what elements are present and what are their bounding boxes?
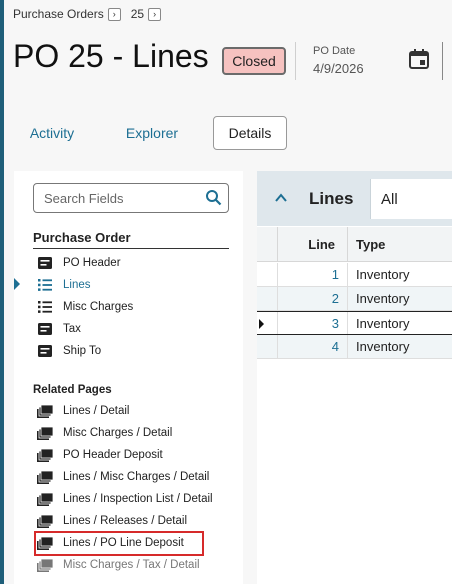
header-divider-right — [442, 42, 443, 80]
breadcrumb-purchase-orders[interactable]: Purchase Orders — [13, 7, 104, 21]
pages-icon — [36, 470, 54, 484]
type-cell: Inventory — [356, 339, 410, 354]
row-selector-cell[interactable] — [257, 312, 278, 334]
column-header-type[interactable]: Type — [348, 227, 452, 262]
pages-icon — [36, 448, 54, 462]
related-item-label: Misc Charges / Detail — [63, 427, 173, 439]
line-number-cell[interactable]: 1 — [278, 263, 348, 286]
related-misc-charges-detail[interactable]: Misc Charges / Detail — [36, 423, 172, 443]
chevron-right-icon[interactable]: › — [107, 7, 121, 21]
sidebar-item-lines[interactable]: Lines — [36, 275, 91, 295]
related-po-header-deposit[interactable]: PO Header Deposit — [36, 445, 163, 465]
related-item-label: Lines / Inspection List / Detail — [63, 493, 213, 505]
pages-icon — [36, 492, 54, 506]
status-badge: Closed — [222, 47, 286, 75]
sidebar-item-label: Ship To — [63, 345, 102, 357]
list-icon — [36, 300, 54, 314]
section-title-related-pages: Related Pages — [33, 384, 112, 396]
breadcrumb: Purchase Orders › 25 › — [13, 5, 171, 23]
sidebar-panel: Purchase Order PO Header Lines Misc Char… — [14, 171, 243, 584]
chevron-up-icon[interactable] — [275, 193, 287, 203]
current-row-indicator — [259, 319, 264, 329]
list-icon — [36, 278, 54, 292]
header-divider — [295, 42, 296, 80]
line-number-cell[interactable]: 2 — [278, 287, 348, 310]
related-item-label: Misc Charges / Tax / Detail — [63, 559, 200, 571]
page-title: PO 25 - Lines — [13, 38, 209, 74]
column-header-line[interactable]: Line — [278, 227, 348, 262]
search-input[interactable] — [44, 184, 204, 212]
type-cell: Inventory — [356, 291, 410, 306]
type-cell: Inventory — [356, 267, 410, 282]
tab-explorer[interactable]: Explorer — [116, 116, 188, 150]
line-number-cell[interactable]: 3 — [278, 312, 348, 334]
lines-grid-panel: Lines All Line Type 1 Inventory 2 Invent… — [257, 171, 452, 584]
table-row[interactable]: 2 Inventory — [257, 287, 452, 311]
sidebar-item-label: PO Header — [63, 257, 121, 269]
search-box — [33, 183, 229, 213]
sidebar-item-misc-charges[interactable]: Misc Charges — [36, 297, 133, 317]
sidebar-item-label: Misc Charges — [63, 301, 134, 313]
grid-header-bar: Lines All — [257, 171, 452, 226]
po-date-value: 4/9/2026 — [313, 61, 364, 76]
sidebar-item-label: Tax — [63, 323, 81, 335]
row-selector-cell[interactable] — [257, 287, 278, 310]
form-icon — [36, 322, 54, 336]
pages-icon — [36, 404, 54, 418]
related-item-label: PO Header Deposit — [63, 449, 163, 461]
tab-details[interactable]: Details — [213, 116, 287, 150]
search-icon[interactable] — [205, 189, 222, 206]
pages-icon — [36, 558, 54, 572]
grid-filter-select[interactable]: All — [370, 179, 452, 219]
po-date-label: PO Date — [313, 45, 356, 57]
table-row[interactable]: 4 Inventory — [257, 335, 452, 359]
related-item-label: Lines / Releases / Detail — [63, 515, 188, 527]
sidebar-item-ship-to[interactable]: Ship To — [36, 341, 101, 361]
left-accent-bar — [0, 0, 4, 584]
type-cell: Inventory — [356, 315, 410, 331]
related-lines-inspection-list-detail[interactable]: Lines / Inspection List / Detail — [36, 489, 213, 509]
related-item-label: Lines / Misc Charges / Detail — [63, 471, 210, 483]
line-number-cell[interactable]: 4 — [278, 335, 348, 358]
row-selector-cell[interactable] — [257, 335, 278, 358]
related-item-label: Lines / Detail — [63, 405, 130, 417]
sidebar-item-tax[interactable]: Tax — [36, 319, 81, 339]
section-title-purchase-order: Purchase Order — [33, 230, 131, 245]
table-row-selected[interactable]: 3 Inventory — [257, 311, 452, 335]
table-row[interactable]: 1 Inventory — [257, 263, 452, 287]
form-icon — [36, 256, 54, 270]
related-misc-charges-tax-detail[interactable]: Misc Charges / Tax / Detail — [36, 555, 200, 575]
related-lines-releases-detail[interactable]: Lines / Releases / Detail — [36, 511, 187, 531]
pages-icon — [36, 514, 54, 528]
calendar-icon[interactable] — [408, 48, 430, 70]
row-selector-header — [257, 227, 278, 262]
tab-activity[interactable]: Activity — [18, 116, 86, 150]
active-item-indicator — [14, 278, 20, 290]
grid-title: Lines — [309, 189, 354, 208]
chevron-right-icon[interactable]: › — [148, 7, 162, 21]
pages-icon — [36, 426, 54, 440]
related-lines-detail[interactable]: Lines / Detail — [36, 401, 129, 421]
section-divider — [33, 248, 229, 249]
sidebar-item-po-header[interactable]: PO Header — [36, 253, 121, 273]
row-selector-cell[interactable] — [257, 263, 278, 286]
related-lines-misc-charges-detail[interactable]: Lines / Misc Charges / Detail — [36, 467, 209, 487]
breadcrumb-po-25[interactable]: 25 — [131, 7, 144, 21]
sidebar-item-label: Lines — [63, 279, 91, 291]
highlight-box — [34, 531, 204, 556]
form-icon — [36, 344, 54, 358]
